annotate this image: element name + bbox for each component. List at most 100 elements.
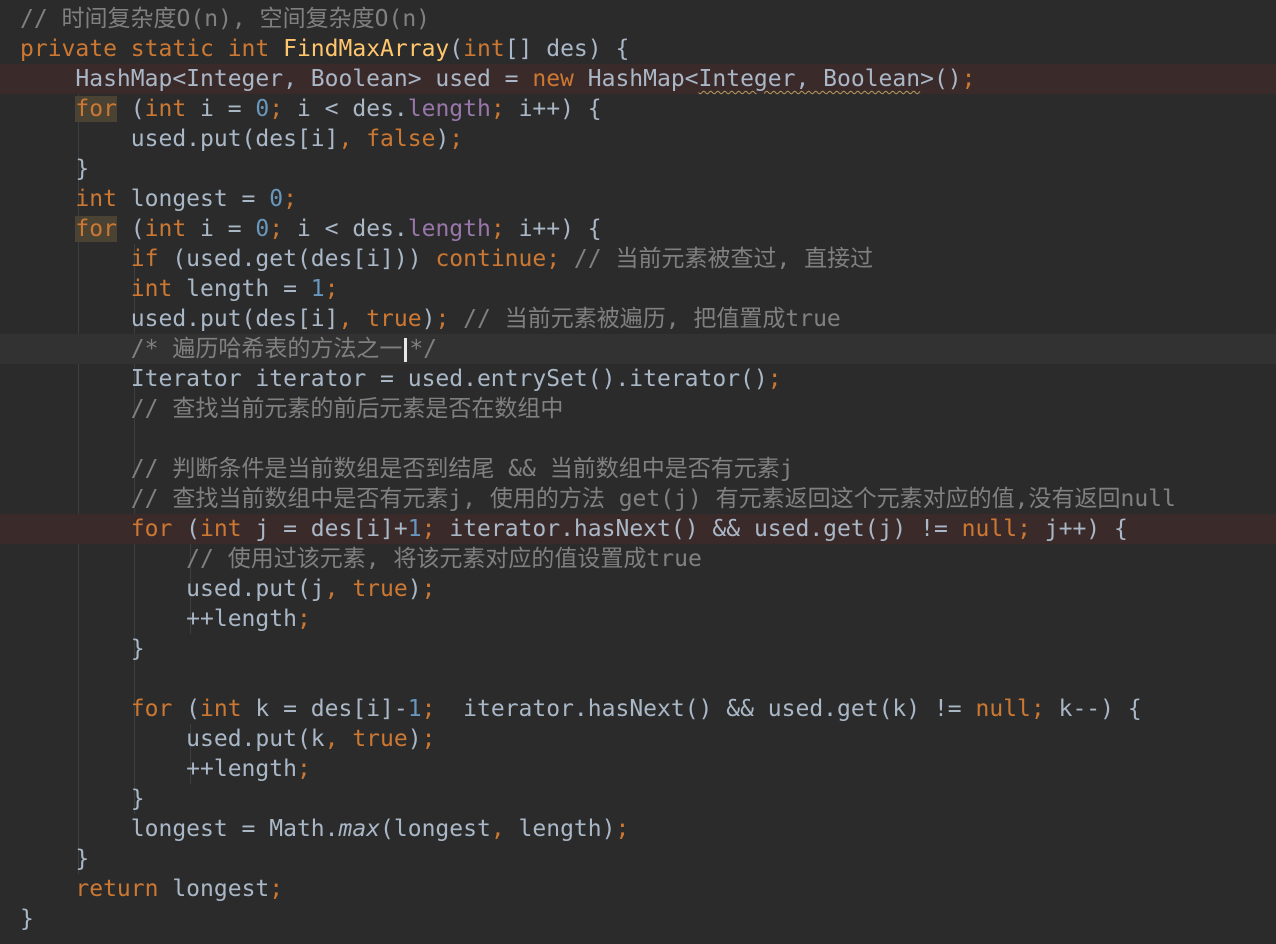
code-token: longest <box>172 876 270 902</box>
code-line[interactable]: int length = 1; <box>0 274 1276 304</box>
code-line[interactable]: for (int k = des[i]-1; iterator.hasNext(… <box>0 694 1276 724</box>
code-token: // 时间复杂度O(n), 空间复杂度O(n) <box>20 6 431 32</box>
code-token: longest = <box>130 186 270 212</box>
code-token: ; <box>421 696 464 722</box>
code-line[interactable]: private static int FindMaxArray(int[] de… <box>0 34 1276 64</box>
code-token: , true <box>324 576 408 602</box>
code-token: continue; <box>435 246 561 272</box>
code-token: iterator.hasNext() && used.get(k) != <box>463 696 976 722</box>
code-token: i++) { <box>518 216 602 242</box>
code-token: } <box>20 156 90 182</box>
code-token: ; <box>269 216 297 242</box>
code-line[interactable]: } <box>0 154 1276 184</box>
code-token: ; <box>421 516 450 542</box>
code-line[interactable]: ++length; <box>0 754 1276 784</box>
code-token: (used.get(des[i])) <box>172 246 436 272</box>
code-token: null <box>961 516 1018 542</box>
code-line[interactable] <box>0 664 1276 694</box>
code-line[interactable]: // 时间复杂度O(n), 空间复杂度O(n) <box>0 4 1276 34</box>
code-token: Iterator iterator = used.entrySet().iter… <box>20 366 768 392</box>
code-line[interactable]: used.put(des[i], true); // 当前元素被遍历, 把值置成… <box>0 304 1276 334</box>
code-line[interactable]: /* 遍历哈希表的方法之一 */ <box>0 334 1276 364</box>
code-line[interactable]: // 查找当前元素的前后元素是否在数组中 <box>0 394 1276 424</box>
code-line[interactable]: Iterator iterator = used.entrySet().iter… <box>0 364 1276 394</box>
code-line[interactable]: if (used.get(des[i])) continue; // 当前元素被… <box>0 244 1276 274</box>
code-token: ; <box>435 306 450 332</box>
code-token: used.put(des[i] <box>20 306 339 332</box>
code-token: return <box>75 876 173 902</box>
code-token: ; <box>269 876 284 902</box>
code-token: // 当前元素被遍历, 把值置成true <box>449 306 841 332</box>
code-token: i < des. <box>296 96 408 122</box>
code-line[interactable]: ++length; <box>0 604 1276 634</box>
code-token: // 判断条件是当前数组是否到结尾 && 当前数组中是否有元素j <box>20 456 794 482</box>
code-token: ; <box>1030 696 1059 722</box>
code-token: , false <box>338 126 436 152</box>
code-token: k = des[i]- <box>255 696 408 722</box>
code-line[interactable]: } <box>0 634 1276 664</box>
code-token: 1 <box>310 276 325 302</box>
code-editor[interactable]: // 时间复杂度O(n), 空间复杂度O(n) private static in… <box>0 0 1276 944</box>
code-line[interactable]: used.put(k, true); <box>0 724 1276 754</box>
code-line[interactable]: for (int i = 0; i < des.length; i++) { <box>0 214 1276 244</box>
code-token: ) <box>421 306 436 332</box>
code-token: ( <box>116 96 145 122</box>
code-token: 0 <box>255 216 270 242</box>
code-token: } <box>20 786 145 812</box>
code-token: used.put(des[i] <box>20 126 339 152</box>
code-line[interactable]: return longest; <box>0 874 1276 904</box>
code-token: length = <box>186 276 311 302</box>
code-line[interactable]: HashMap<Integer, Boolean> used = new Has… <box>0 64 1276 94</box>
code-token: null <box>975 696 1031 722</box>
code-token: ; <box>269 96 297 122</box>
code-token: ; <box>421 726 436 752</box>
code-token: , true <box>324 726 408 752</box>
code-token: for <box>130 696 187 722</box>
code-line[interactable]: for (int i = 0; i < des.length; i++) { <box>0 94 1276 124</box>
code-token: length) <box>518 816 616 842</box>
code-token: int <box>463 36 505 62</box>
code-token: (longest <box>380 816 491 842</box>
code-token: /* 遍历哈希表的方法之一 <box>20 336 403 362</box>
code-line[interactable] <box>0 424 1276 454</box>
code-token: int <box>130 276 187 302</box>
code-token: int <box>144 96 201 122</box>
code-token: 0 <box>255 96 270 122</box>
code-token: ; <box>1017 516 1045 542</box>
code-line[interactable]: // 使用过该元素, 将该元素对应的值设置成true <box>0 544 1276 574</box>
code-line[interactable]: for (int j = des[i]+1; iterator.hasNext(… <box>0 514 1276 544</box>
code-token: 1 <box>407 696 422 722</box>
code-line[interactable]: longest = Math.max(longest, length); <box>0 814 1276 844</box>
code-token: ; <box>767 366 782 392</box>
code-token: [] des) { <box>504 36 630 62</box>
code-line[interactable]: } <box>0 904 1276 934</box>
code-line[interactable]: used.put(j, true); <box>0 574 1276 604</box>
code-line[interactable]: } <box>0 784 1276 814</box>
code-token: HashMap<Integer, Boolean> used = <box>20 66 533 92</box>
code-token: i = <box>200 216 256 242</box>
code-token: int <box>144 216 201 242</box>
code-token: j++) { <box>1044 516 1128 542</box>
code-token: private static int <box>20 36 284 62</box>
code-token: } <box>20 906 34 932</box>
code-token: // 查找当前数组中是否有元素j, 使用的方法 get(j) 有元素返回这个元素… <box>20 486 1176 512</box>
code-line[interactable]: // 判断条件是当前数组是否到结尾 && 当前数组中是否有元素j <box>0 454 1276 484</box>
code-token: Integer, Boolean <box>698 66 921 92</box>
code-token: >() <box>920 66 962 92</box>
code-token: for <box>75 216 117 242</box>
code-token: } <box>20 636 145 662</box>
code-line[interactable]: used.put(des[i], false); <box>0 124 1276 154</box>
code-line[interactable]: int longest = 0; <box>0 184 1276 214</box>
code-token: ; <box>490 96 519 122</box>
code-line[interactable]: // 查找当前数组中是否有元素j, 使用的方法 get(j) 有元素返回这个元素… <box>0 484 1276 514</box>
code-token: // 当前元素被查过, 直接过 <box>560 246 874 272</box>
code-token: if <box>130 246 173 272</box>
code-line[interactable]: } <box>0 844 1276 874</box>
